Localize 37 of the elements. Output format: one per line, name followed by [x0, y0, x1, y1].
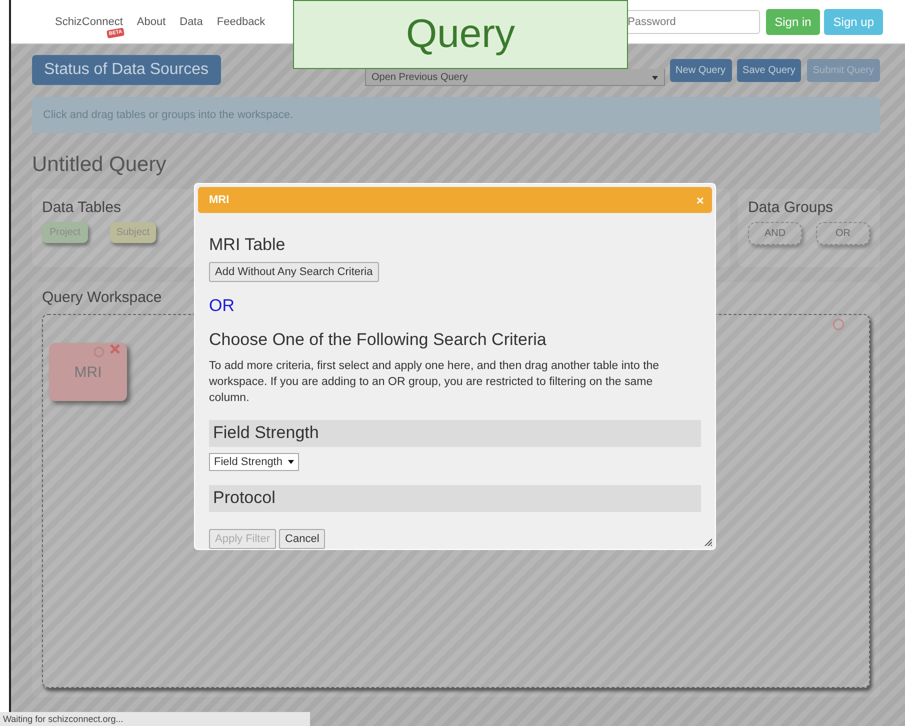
criteria-heading: Choose One of the Following Search Criteria	[209, 330, 548, 350]
select-value: Field Strength	[214, 456, 282, 468]
nav-link[interactable]: Feedback	[216, 16, 266, 28]
previous-query-select[interactable]: Open Previous Query	[364, 69, 665, 86]
group-chip[interactable]: OR	[816, 222, 870, 245]
or-label: OR	[209, 296, 236, 316]
status-button[interactable]: Status of Data Sources	[32, 55, 221, 85]
tile-label: MRI	[74, 364, 102, 380]
close-button[interactable]: ×	[696, 192, 704, 208]
brand-link[interactable]: SchizConnect	[55, 16, 123, 28]
caret-icon	[288, 460, 294, 464]
query-title: Untitled Query	[32, 153, 168, 177]
add-button[interactable]: Add Without Any Search Criteria	[209, 262, 379, 282]
status-bar: Waiting for schizconnect.org...	[0, 712, 310, 726]
sign-up-button[interactable]: Sign up	[824, 8, 883, 34]
table-tile[interactable]: MRI	[49, 343, 127, 401]
query-button[interactable]: Save Query	[736, 58, 802, 82]
sign-in-button[interactable]: Sign in	[766, 8, 820, 34]
dialog-title: MRI	[209, 194, 230, 206]
panel-title: Data Groups	[748, 199, 834, 216]
panel-title: Data Tables	[42, 199, 121, 216]
nav-link[interactable]: About	[136, 16, 166, 28]
section-header: Protocol	[209, 485, 701, 512]
resize-grip-icon[interactable]	[704, 538, 712, 546]
caret-icon	[652, 76, 658, 80]
table-heading: MRI Table	[209, 235, 286, 255]
instructions-text: To add more criteria, first select and apply one here, and then drag another table into the workspace. If you are adding to an OR group, you are restricted to filtering on the same column.	[209, 359, 660, 406]
nav-link[interactable]: Data	[180, 16, 203, 28]
close-icon[interactable]	[109, 343, 121, 355]
field-select[interactable]: Field Strength	[209, 453, 300, 471]
group-chip[interactable]: AND	[748, 222, 802, 245]
section-header: Field Strength	[209, 420, 701, 447]
cancel-button[interactable]: Cancel	[279, 529, 326, 549]
query-button[interactable]: New Query	[670, 58, 732, 82]
select-value: Open Previous Query	[372, 72, 468, 82]
caption-overlay: Query	[293, 0, 628, 69]
panel-title: Query Workspace	[42, 289, 162, 306]
